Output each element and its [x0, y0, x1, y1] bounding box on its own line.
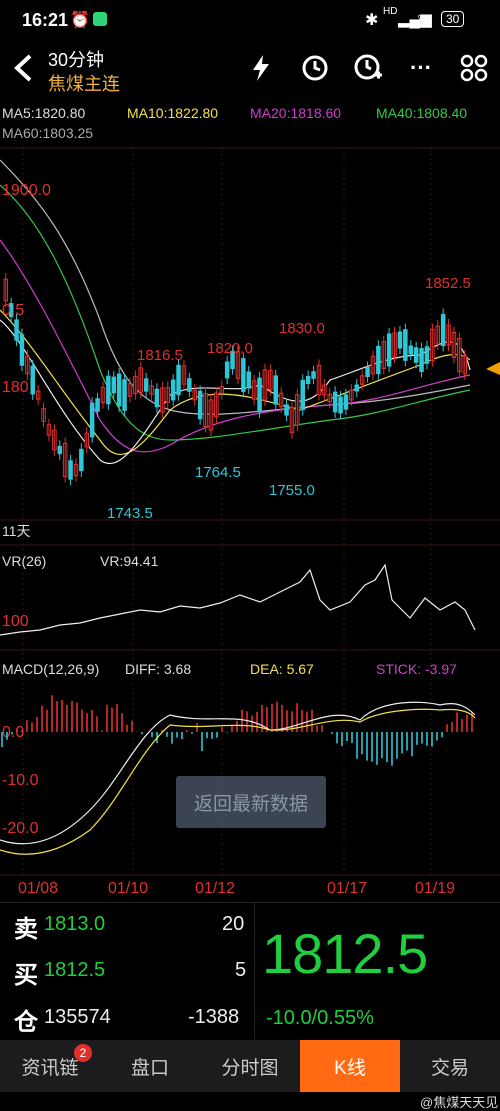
high-annotation: 1852.5 [425, 275, 471, 292]
macd-title: MACD(12,26,9) [2, 661, 99, 677]
buy-price: 1812.5 [44, 959, 106, 981]
date-0110: 01/10 [108, 880, 149, 897]
signal-hd-label: HD [383, 6, 398, 17]
watermark: @焦煤天天见 [420, 1095, 499, 1110]
tab-news-label: 资讯链 [21, 1057, 79, 1079]
macd-histogram [1, 695, 473, 766]
buy-label: 买 [14, 962, 38, 989]
macd-axis-neg20: -20.0 [2, 820, 39, 837]
lightning-icon[interactable] [242, 49, 280, 87]
ma60-label: MA60:1803.25 [2, 125, 94, 141]
tab-kline-label: K线 [334, 1057, 366, 1079]
ma20-label: MA20:1818.60 [250, 105, 342, 121]
date-0119: 01/19 [415, 880, 456, 897]
macd-axis-0: 0.0 [2, 724, 24, 741]
more-icon[interactable]: ··· [402, 49, 440, 87]
status-time: 16:21 [22, 10, 69, 30]
vr-title: VR(26) [2, 553, 46, 569]
add-alert-icon[interactable] [349, 49, 387, 87]
kline-chart[interactable]: 1900.0 0.5 180 1852.5 1830.0 1820.0 1816… [0, 140, 500, 880]
ma10-label: MA10:1822.80 [127, 105, 219, 121]
macd-diff: DIFF: 3.68 [125, 661, 191, 677]
low-1755-annotation: 1755.0 [269, 482, 315, 499]
tab-order-book[interactable]: 盘口 [100, 1040, 200, 1092]
last-price: 1812.5 [262, 922, 428, 985]
tab-trade[interactable]: 交易 [400, 1040, 500, 1092]
price-axis-top: 1900.0 [2, 182, 51, 199]
current-price-marker [486, 362, 500, 375]
date-0117: 01/17 [327, 880, 368, 897]
ma5-label: MA5:1820.80 [2, 105, 86, 121]
macd-axis-neg10: -10.0 [2, 772, 39, 789]
ma60-line [0, 159, 471, 415]
tab-timeshare-label: 分时图 [221, 1057, 279, 1079]
bottom-tab-bar: 资讯链 2 盘口 分时图 K线 交易 [0, 1040, 500, 1092]
status-bar: 16:21 ⏰ ✱ HD ▂▄▆ ⌔ 30 [0, 0, 500, 40]
vr-line [0, 563, 476, 636]
date-0112: 01/12 [195, 880, 236, 897]
peak-1820-annotation: 1820.0 [207, 340, 253, 357]
sell-price: 1813.0 [44, 913, 106, 935]
news-badge: 2 [74, 1044, 92, 1062]
alarm-icon: ⏰ [70, 12, 90, 29]
tab-kline[interactable]: K线 [300, 1040, 400, 1092]
quote-panel: 卖 1813.0 20 买 1812.5 5 仓 135574 -1388 18… [0, 902, 500, 1039]
return-latest-button[interactable]: 返回最新数据 [176, 776, 326, 828]
panel-divider [254, 903, 255, 1039]
low-1743-annotation: 1743.5 [107, 505, 153, 522]
sell-label: 卖 [14, 916, 38, 943]
app-notify-icon [93, 12, 107, 26]
wifi-icon: ⌔ [415, 11, 430, 28]
tab-order-book-label: 盘口 [130, 1057, 169, 1079]
price-axis-mid: 0.5 [2, 302, 24, 319]
app-bar: 30分钟 焦煤主连 ··· [0, 40, 500, 98]
bluetooth-icon: ✱ [365, 12, 379, 29]
vr-value: VR:94.41 [100, 553, 159, 569]
ma40-label: MA40:1808.40 [376, 105, 468, 121]
period-label: 11天 [2, 523, 31, 539]
back-icon[interactable] [4, 49, 42, 87]
open-interest: 135574 [44, 1006, 111, 1028]
open-interest-label: 仓 [14, 1009, 38, 1036]
clock-icon[interactable] [296, 49, 334, 87]
period-title[interactable]: 30分钟 [48, 46, 104, 72]
buy-qty: 5 [235, 959, 247, 981]
macd-dea: DEA: 5.67 [250, 661, 314, 677]
grid-menu-icon[interactable] [455, 49, 493, 87]
peak-1816-annotation: 1816.5 [137, 347, 183, 364]
chart-grid [0, 147, 500, 876]
price-axis-low: 180 [2, 379, 29, 396]
battery-icon: 30 [441, 11, 465, 27]
peak-1830-annotation: 1830.0 [279, 320, 325, 337]
vr-axis-100: 100 [2, 613, 29, 630]
macd-stick: STICK: -3.97 [376, 661, 457, 677]
tab-timeshare[interactable]: 分时图 [200, 1040, 300, 1092]
low-1764-annotation: 1764.5 [195, 464, 241, 481]
oi-change: -1388 [188, 1006, 240, 1028]
date-0108: 01/08 [18, 880, 59, 897]
candlesticks [3, 273, 467, 486]
price-change: -10.0/0.55% [266, 1007, 374, 1029]
contract-title[interactable]: 焦煤主连 [48, 70, 120, 96]
tab-trade-label: 交易 [430, 1057, 469, 1079]
sell-qty: 20 [222, 913, 245, 935]
tab-news[interactable]: 资讯链 2 [0, 1040, 100, 1092]
